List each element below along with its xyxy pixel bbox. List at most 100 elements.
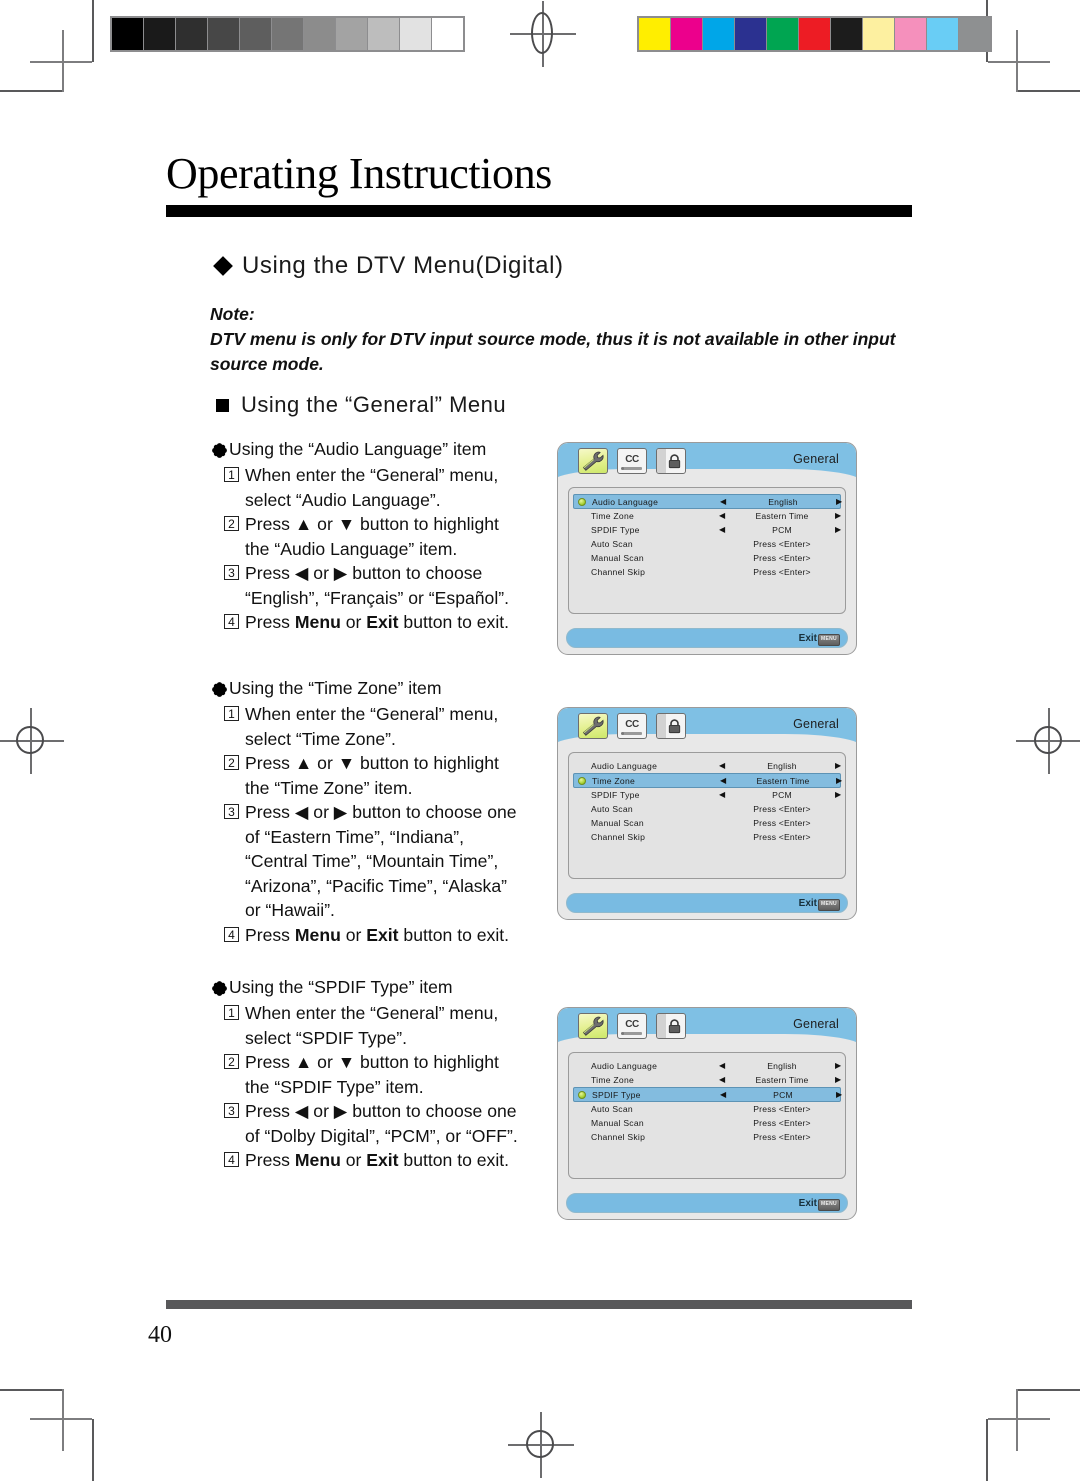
step-number: 2 [224,516,239,531]
step-text: When enter the “General” menu, select “Ti… [245,704,499,749]
menu-keycap-icon[interactable]: MENU [818,634,840,646]
osd-row-value: Press <Enter> [753,804,811,814]
step-text: Press ◀ or ▶ button to choose one of “Eas… [245,802,517,920]
note-block: Note: DTV menu is only for DTV input sou… [210,302,910,377]
arrow-right-icon[interactable]: ▶ [836,1090,842,1099]
step-text: When enter the “General” menu, select “SP… [245,1003,499,1048]
osd-title: General [793,717,839,731]
instruction-step: 4 Press Menu or Exit button to exit. [224,1148,542,1173]
osd-row-label: Auto Scan [591,804,633,814]
osd-menu-row[interactable]: Manual Scan Press <Enter> [573,816,841,830]
instruction-step: 1 When enter the “General” menu, select “T… [224,702,542,751]
osd-menu-row[interactable]: Time Zone ◀ ▶ Eastern Time [573,509,841,523]
instruction-block-heading-label: Using the “Audio Language” item [229,439,487,459]
arrow-left-icon[interactable]: ◀ [719,791,725,799]
osd-tab-wrench[interactable] [578,713,608,739]
arrow-left-icon[interactable]: ◀ [719,526,725,534]
osd-tab-bar: CC [578,448,686,474]
osd-row-value: Press <Enter> [753,832,811,842]
step-number: 3 [224,565,239,580]
osd-title: General [793,1017,839,1031]
osd-tab-closed-caption[interactable]: CC [617,448,647,474]
menu-keycap-icon[interactable]: MENU [818,1199,840,1211]
instruction-step-list: 1 When enter the “General” menu, select “A… [212,463,542,635]
osd-footer-bar: Exit MENU [566,1193,848,1213]
instruction-block-heading: Using the “Time Zone” item [212,676,542,701]
osd-menu-row[interactable]: SPDIF Type ◀ ▶ PCM [573,788,841,802]
calibration-swatch [240,18,272,50]
osd-row-value: Eastern Time [755,1075,809,1085]
arrow-right-icon[interactable]: ▶ [836,497,842,506]
osd-menu-row[interactable]: SPDIF Type ◀ ▶ PCM [573,523,841,537]
calibration-swatch [703,18,735,50]
osd-tab-closed-caption[interactable]: CC [617,1013,647,1039]
osd-menu-row[interactable]: Manual Scan Press <Enter> [573,1116,841,1130]
calibration-swatch [112,18,144,50]
osd-menu-row[interactable]: Auto Scan Press <Enter> [573,802,841,816]
osd-tab-lock[interactable] [656,713,686,739]
step-text: When enter the “General” menu, select “Au… [245,465,499,510]
menu-keycap-icon[interactable]: MENU [818,899,840,911]
subsection-heading-label: Using the “General” Menu [241,392,507,417]
arrow-right-icon[interactable]: ▶ [835,1062,841,1070]
instruction-step: 4 Press Menu or Exit button to exit. [224,610,542,635]
osd-row-value: Press <Enter> [753,1118,811,1128]
instruction-step: 2 Press ▲ or ▼ button to highlight the “SP… [224,1050,542,1099]
osd-footer-bar: Exit MENU [566,628,848,648]
step-text: Press ◀ or ▶ button to choose “English”, … [245,563,509,608]
osd-menu-row[interactable]: Time Zone ◀ ▶ Eastern Time [573,773,842,788]
cc-dot [621,467,624,470]
osd-tab-closed-caption[interactable]: CC [617,713,647,739]
arrow-left-icon[interactable]: ◀ [719,512,725,520]
osd-row-value: Press <Enter> [753,567,811,577]
arrow-left-icon[interactable]: ◀ [719,1076,725,1084]
lock-icon [668,453,680,468]
step-text: Press Menu or Exit button to exit. [245,1150,510,1170]
note-label: Note: [210,304,255,324]
osd-tab-lock[interactable] [656,448,686,474]
arrow-right-icon[interactable]: ▶ [835,791,841,799]
osd-menu-row[interactable]: Time Zone ◀ ▶ Eastern Time [573,1073,841,1087]
step-number: 3 [224,1103,239,1118]
osd-row-value: Press <Enter> [753,1104,811,1114]
osd-row-label: Audio Language [592,496,659,507]
osd-tab-wrench[interactable] [578,1013,608,1039]
osd-menu-row[interactable]: Manual Scan Press <Enter> [573,551,841,565]
wrench-icon [582,451,604,471]
section-heading: Using the DTV Menu(Digital) [213,252,564,280]
step-number: 1 [224,467,239,482]
osd-menu-row[interactable]: Channel Skip Press <Enter> [573,565,841,579]
arrow-right-icon[interactable]: ▶ [836,776,842,785]
osd-menu-row[interactable]: Audio Language ◀ ▶ English [573,759,841,773]
calibration-swatch [959,18,990,50]
osd-menu-row[interactable]: Channel Skip Press <Enter> [573,830,841,844]
arrow-right-icon[interactable]: ▶ [835,526,841,534]
osd-tab-lock[interactable] [656,1013,686,1039]
osd-menu-row[interactable]: Audio Language ◀ ▶ English [573,494,842,509]
osd-menu-row[interactable]: Channel Skip Press <Enter> [573,1130,841,1144]
osd-header: CC General [558,1008,856,1060]
instruction-step: 2 Press ▲ or ▼ button to highlight the “Au… [224,512,542,561]
osd-menu-row[interactable]: SPDIF Type ◀ ▶ PCM [573,1087,842,1102]
osd-menu-row[interactable]: Auto Scan Press <Enter> [573,1102,841,1116]
osd-row-value: English [767,761,797,771]
osd-tab-wrench[interactable] [578,448,608,474]
arrow-left-icon[interactable]: ◀ [720,1090,726,1099]
osd-menu-list: Audio Language ◀ ▶ English Time Zone ◀ ▶ Easter… [568,487,846,614]
wrench-icon [582,1016,604,1036]
arrow-right-icon[interactable]: ▶ [835,762,841,770]
step-text: Press Menu or Exit button to exit. [245,612,510,632]
audio-language-screen: CC General Audio Language ◀ ▶ English Time Zon… [557,442,857,655]
arrow-left-icon[interactable]: ◀ [720,497,726,506]
arrow-left-icon[interactable]: ◀ [719,1062,725,1070]
osd-menu-row[interactable]: Audio Language ◀ ▶ English [573,1059,841,1073]
step-number: 4 [224,614,239,629]
osd-row-value: Eastern Time [755,511,809,521]
osd-exit-label: Exit [798,633,817,644]
arrow-right-icon[interactable]: ▶ [835,512,841,520]
arrow-left-icon[interactable]: ◀ [719,762,725,770]
arrow-right-icon[interactable]: ▶ [835,1076,841,1084]
arrow-left-icon[interactable]: ◀ [720,776,726,785]
osd-menu-row[interactable]: Auto Scan Press <Enter> [573,537,841,551]
calibration-swatch [639,18,671,50]
